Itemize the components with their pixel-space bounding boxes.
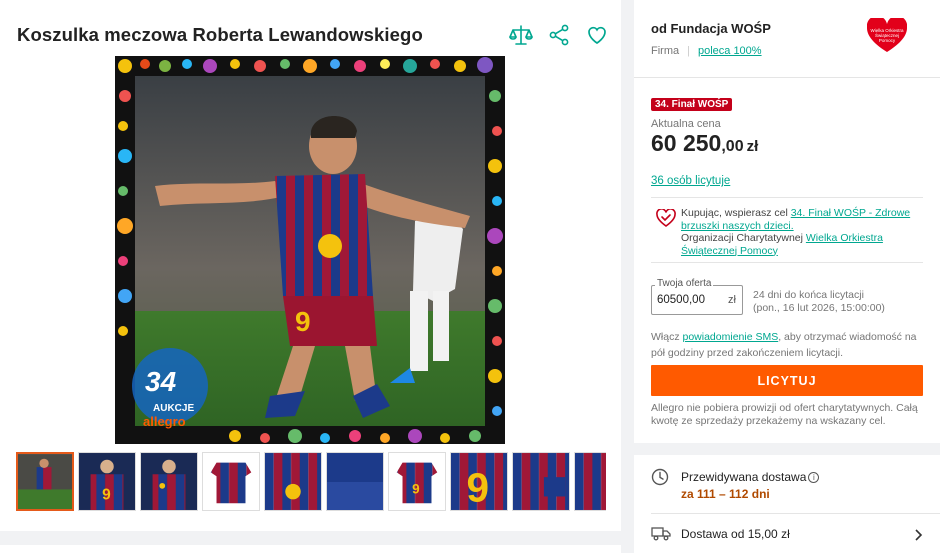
- delivery-label: Dostawa od 15,00 zł: [681, 527, 790, 541]
- sms-text-1: Włącz: [651, 331, 683, 343]
- charity-text-2: Organizacji Charytatywnej: [681, 232, 806, 244]
- left-panel-bottom: [0, 545, 621, 553]
- thumbnail-7[interactable]: 9: [388, 452, 446, 511]
- info-icon[interactable]: i: [808, 472, 820, 483]
- price-integer: 60 250: [651, 130, 722, 156]
- thumbnail-4[interactable]: [202, 452, 260, 511]
- bid-button[interactable]: LICYTUJ: [651, 365, 923, 396]
- seller-meta-separator: |: [687, 45, 690, 57]
- thumbnail-8[interactable]: 9: [450, 452, 508, 511]
- thumbnail-3[interactable]: [140, 452, 198, 511]
- charity-text-1: Kupując, wspierasz cel: [681, 207, 791, 219]
- price-currency: zł: [746, 138, 759, 155]
- thumbnail-1[interactable]: [16, 452, 74, 511]
- product-actions: [509, 23, 609, 47]
- chevron-right-icon: [915, 529, 923, 541]
- expected-delivery-value: za 111 – 112 dni: [681, 487, 770, 501]
- product-gallery-panel: Koszulka meczowa Roberta Lewandowskiego: [0, 0, 621, 531]
- seller-meta: Firma | poleca 100%: [651, 45, 762, 57]
- shipping-panel: Przewidywana dostawa i za 111 – 112 dni D…: [634, 455, 940, 553]
- expected-delivery-label: Przewidywana dostawa i: [681, 470, 820, 484]
- divider: [651, 262, 923, 263]
- wosp-logo: Wielka Orkiestra Świątecznej Pomocy: [867, 18, 907, 52]
- svg-text:9: 9: [102, 486, 111, 503]
- wosp-badge: 34. Finał WOŚP: [651, 98, 733, 111]
- sms-notification: Włącz powiadomienie SMS, aby otrzymać wi…: [651, 329, 931, 361]
- seller-name[interactable]: od Fundacja WOŚP: [651, 21, 771, 36]
- thumbnail-strip: 9 9 9: [16, 452, 606, 511]
- bidders-link[interactable]: 36 osób licytuje: [651, 175, 730, 187]
- purchase-panel: od Fundacja WOŚP Firma | poleca 100% Wie…: [634, 0, 940, 443]
- delivery-options[interactable]: Dostawa od 15,00 zł: [651, 523, 923, 547]
- divider: [634, 77, 940, 78]
- expected-delivery: Przewidywana dostawa i za 111 – 112 dni: [651, 468, 940, 513]
- price-decimal: ,00: [721, 138, 744, 155]
- current-price: 60 250,00 zł: [651, 130, 758, 157]
- favorite-icon[interactable]: [585, 23, 609, 47]
- offer-currency: zł: [728, 294, 736, 306]
- deadline-remaining: 24 dni do końca licytacji: [753, 289, 864, 301]
- offer-label: Twoja oferta: [655, 278, 714, 289]
- thumbnail-5[interactable]: [264, 452, 322, 511]
- commission-note: Allegro nie pobiera prowizji od ofert ch…: [651, 402, 918, 427]
- svg-text:9: 9: [412, 482, 420, 497]
- svg-text:34: 34: [145, 366, 177, 397]
- thumbnail-6[interactable]: [326, 452, 384, 511]
- offer-field[interactable]: Twoja oferta zł: [651, 278, 743, 315]
- thumbnail-2[interactable]: 9: [78, 452, 136, 511]
- svg-text:Świątecznej: Świątecznej: [875, 31, 899, 38]
- svg-text:9: 9: [295, 306, 311, 337]
- product-title: Koszulka meczowa Roberta Lewandowskiego: [17, 24, 423, 45]
- auction-deadline: 24 dni do końca licytacji (pon., 16 lut …: [753, 289, 885, 314]
- svg-text:Pomocy: Pomocy: [879, 38, 896, 43]
- seller-rating-link[interactable]: poleca 100%: [698, 45, 762, 57]
- sms-link[interactable]: powiadomienie SMS: [683, 331, 779, 343]
- charity-heart-icon: [656, 209, 676, 227]
- main-product-image[interactable]: 9 34 AUKCJE allegro: [115, 56, 505, 444]
- price-label: Aktualna cena: [651, 118, 721, 130]
- compare-icon[interactable]: [509, 23, 533, 47]
- clock-icon: [651, 468, 669, 486]
- expected-delivery-text: Przewidywana dostawa: [681, 470, 807, 484]
- charity-info: Kupując, wspierasz cel 34. Finał WOŚP - …: [651, 207, 923, 257]
- seller-type: Firma: [651, 45, 680, 57]
- thumbnail-9[interactable]: [512, 452, 570, 511]
- svg-text:AUKCJE: AUKCJE: [153, 403, 194, 414]
- share-icon[interactable]: [547, 23, 571, 47]
- divider: [651, 513, 940, 514]
- svg-text:allegro: allegro: [143, 414, 186, 429]
- offer-input[interactable]: [657, 294, 717, 306]
- truck-icon: [651, 527, 671, 541]
- svg-text:9: 9: [466, 464, 489, 510]
- divider: [651, 197, 923, 198]
- thumbnail-10[interactable]: [574, 452, 606, 511]
- deadline-date: (pon., 16 lut 2026, 15:00:00): [753, 301, 885, 314]
